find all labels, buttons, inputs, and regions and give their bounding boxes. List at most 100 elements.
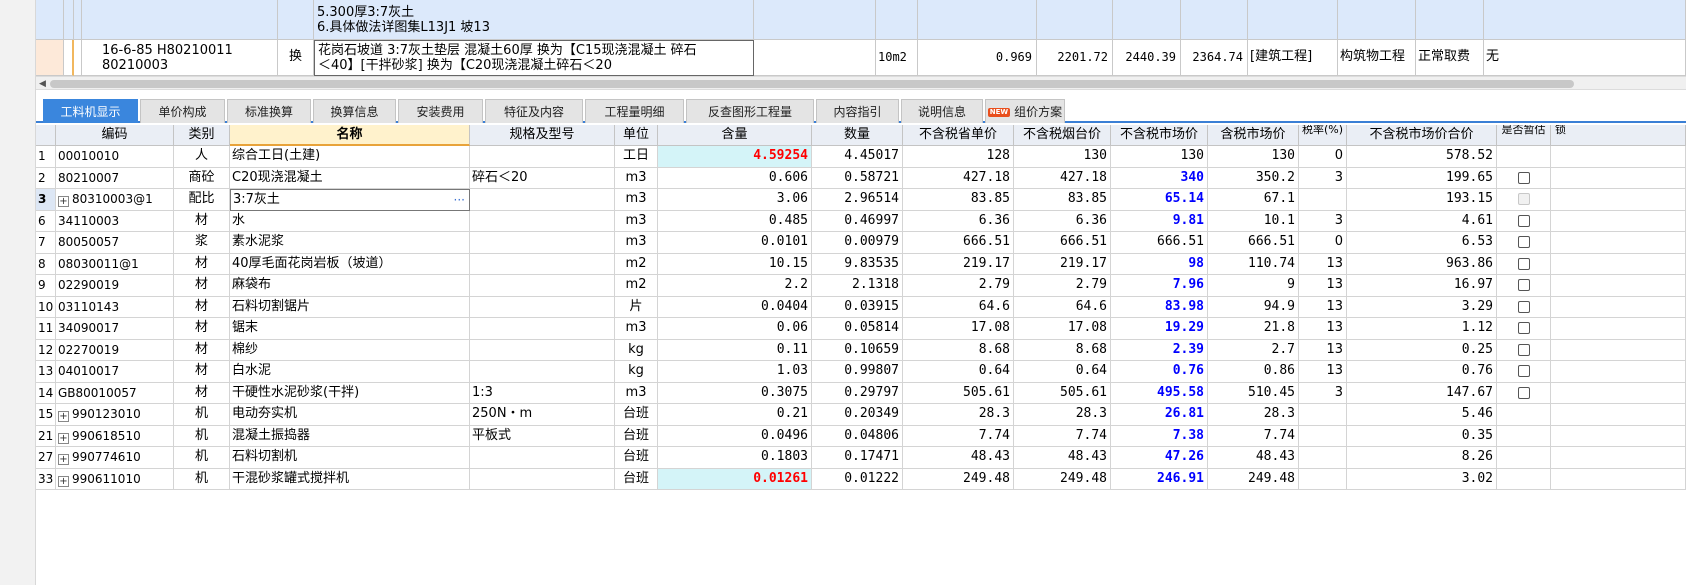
estimate-cell[interactable] [1497,339,1551,361]
provincial-price-cell[interactable]: 83.85 [903,189,1014,211]
plus-box-icon[interactable]: + [58,454,69,465]
estimate-cell[interactable] [1497,447,1551,469]
header-yantai-price[interactable]: 不含税烟台价 [1014,125,1111,146]
unit-cell[interactable]: m3 [615,189,658,211]
content-cell[interactable]: 2.2 [658,275,812,297]
market-total-cell[interactable]: 0.35 [1347,425,1497,447]
market-total-cell[interactable]: 147.67 [1347,382,1497,404]
content-cell[interactable]: 1.03 [658,361,812,383]
unit-cell[interactable]: 工日 [615,146,658,168]
row-number[interactable]: 15 [36,404,56,426]
tax-rate-cell[interactable]: 0 [1299,146,1347,168]
quantity-cell[interactable]: 0.46997 [812,210,903,232]
lock-cell[interactable] [1551,275,1686,297]
spec-cell[interactable] [470,232,615,254]
market-price-tax-cell[interactable]: 249.48 [1208,468,1299,490]
ellipsis-icon[interactable]: ··· [454,190,465,210]
type-cell[interactable]: 浆 [174,232,230,254]
unit-cell[interactable]: m3 [615,210,658,232]
tab-conversion-info[interactable]: 换算信息 [313,99,396,123]
provincial-price-cell[interactable]: 7.74 [903,425,1014,447]
provincial-price-cell[interactable]: 0.64 [903,361,1014,383]
horizontal-scrollbar[interactable]: ◀ [36,76,1686,90]
lock-cell[interactable] [1551,425,1686,447]
content-cell[interactable]: 0.11 [658,339,812,361]
lock-cell[interactable] [1551,361,1686,383]
yantai-price-cell[interactable]: 219.17 [1014,253,1111,275]
yantai-price-cell[interactable]: 28.3 [1014,404,1111,426]
unit-cell[interactable]: 台班 [615,447,658,469]
name-cell[interactable]: 3:7灰土 ··· [230,189,470,211]
type-cell[interactable]: 材 [174,296,230,318]
estimate-cell[interactable] [1497,468,1551,490]
tax-rate-cell[interactable]: 3 [1299,167,1347,189]
type-cell[interactable]: 材 [174,361,230,383]
content-cell[interactable]: 0.3075 [658,382,812,404]
row-number[interactable]: 14 [36,382,56,404]
content-cell[interactable]: 0.06 [658,318,812,340]
market-price-tax-cell[interactable]: 110.74 [1208,253,1299,275]
tax-rate-cell[interactable]: 13 [1299,253,1347,275]
tax-rate-cell[interactable] [1299,425,1347,447]
unit-cell[interactable]: m3 [615,167,658,189]
market-total-cell[interactable]: 3.02 [1347,468,1497,490]
provincial-price-cell[interactable]: 427.18 [903,167,1014,189]
lock-cell[interactable] [1551,253,1686,275]
header-code[interactable]: 编码 [56,125,174,146]
lock-cell[interactable] [1551,146,1686,168]
code-cell[interactable]: 80210007 [56,167,174,189]
spec-cell[interactable] [470,339,615,361]
tab-description[interactable]: 说明信息 [901,99,983,123]
market-price-cell[interactable]: 26.81 [1111,404,1208,426]
estimate-cell[interactable] [1497,425,1551,447]
quantity-cell[interactable]: 0.05814 [812,318,903,340]
code-cell[interactable]: 02290019 [56,275,174,297]
header-estimate[interactable]: 是否暂估 [1497,125,1551,146]
tax-rate-cell[interactable] [1299,189,1347,211]
content-cell[interactable]: 0.606 [658,167,812,189]
header-market-price[interactable]: 不含税市场价 [1111,125,1208,146]
name-cell[interactable]: C20现浇混凝土 [230,167,470,189]
tax-rate-cell[interactable] [1299,447,1347,469]
quantity-cell[interactable]: 4.45017 [812,146,903,168]
quantity-cell[interactable]: 0.10659 [812,339,903,361]
market-total-cell[interactable]: 16.97 [1347,275,1497,297]
tab-unit-price[interactable]: 单价构成 [140,99,225,123]
row-number[interactable]: 6 [36,210,56,232]
market-total-cell[interactable]: 193.15 [1347,189,1497,211]
content-cell[interactable]: 10.15 [658,253,812,275]
yantai-price-cell[interactable]: 0.64 [1014,361,1111,383]
type-cell[interactable]: 机 [174,468,230,490]
header-quantity[interactable]: 数量 [812,125,903,146]
type-cell[interactable]: 材 [174,382,230,404]
spec-cell[interactable] [470,361,615,383]
spec-cell[interactable]: 平板式 [470,425,615,447]
code-cell[interactable]: GB80010057 [56,382,174,404]
upper-row2-rownum[interactable] [36,40,64,76]
row-number[interactable]: 11 [36,318,56,340]
tax-rate-cell[interactable] [1299,404,1347,426]
spec-cell[interactable] [470,146,615,168]
content-cell[interactable]: 0.0101 [658,232,812,254]
quantity-cell[interactable]: 9.83535 [812,253,903,275]
tab-install-fee[interactable]: 安装费用 [398,99,483,123]
lock-cell[interactable] [1551,210,1686,232]
row-number[interactable]: 2 [36,167,56,189]
upper-row2-desc[interactable]: 花岗石坡道 3:7灰土垫层 混凝土60厚 换为【C15现浇混凝土 碎石 ＜40】… [314,40,754,76]
code-cell[interactable]: 34110003 [56,210,174,232]
name-cell[interactable]: 石料切割机 [230,447,470,469]
tax-rate-cell[interactable]: 3 [1299,382,1347,404]
market-price-cell[interactable]: 130 [1111,146,1208,168]
upper-row2-category[interactable]: [建筑工程] [1248,40,1338,76]
name-cell[interactable]: 素水泥浆 [230,232,470,254]
row-number[interactable]: 8 [36,253,56,275]
type-cell[interactable]: 人 [174,146,230,168]
estimate-checkbox[interactable] [1518,386,1530,399]
tab-quantity-detail[interactable]: 工程量明细 [585,99,684,123]
row-number[interactable]: 7 [36,232,56,254]
estimate-checkbox[interactable] [1518,322,1530,334]
market-price-tax-cell[interactable]: 350.2 [1208,167,1299,189]
lock-cell[interactable] [1551,318,1686,340]
market-total-cell[interactable]: 8.26 [1347,447,1497,469]
yantai-price-cell[interactable]: 427.18 [1014,167,1111,189]
